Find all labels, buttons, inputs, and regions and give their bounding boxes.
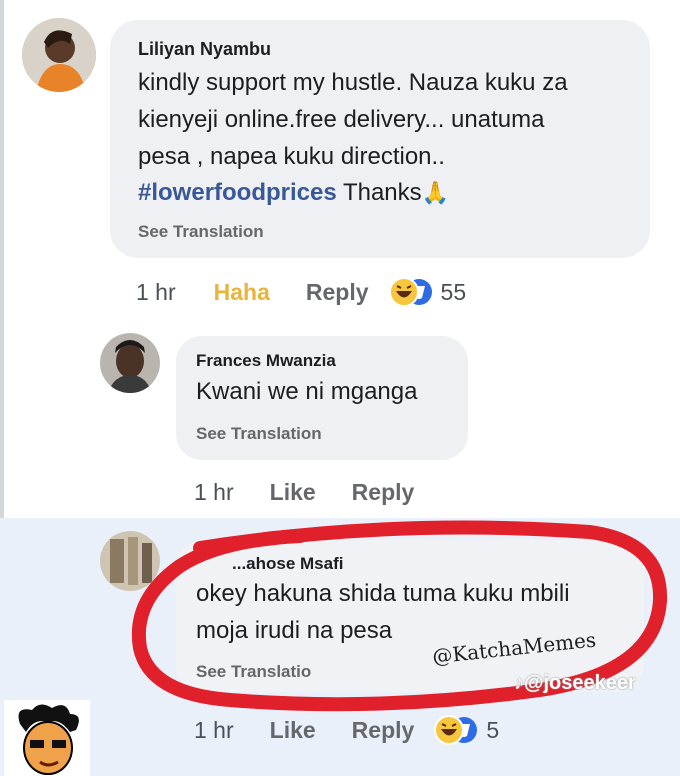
thread-line bbox=[0, 0, 4, 518]
reaction-count-3: 5 bbox=[486, 716, 500, 743]
person-photo-icon bbox=[100, 333, 160, 393]
person-photo-icon bbox=[100, 531, 160, 591]
comment-text-1-line3: pesa , napea kuku direction.. bbox=[138, 143, 445, 170]
hashtag-link[interactable]: #lowerfoodprices bbox=[138, 179, 337, 206]
comment-author-2[interactable]: Frances Mwanzia bbox=[196, 351, 336, 371]
haha-reaction-label[interactable]: Haha bbox=[214, 279, 270, 306]
cartoon-avatar bbox=[4, 700, 90, 776]
comment-actions-2: 1 hr Like Reply bbox=[194, 479, 450, 506]
comment-author-1[interactable]: Liliyan Nyambu bbox=[138, 39, 271, 60]
comment-actions-3: 1 hr Like Reply 5 bbox=[194, 715, 535, 745]
avatar-liliyan[interactable] bbox=[22, 18, 96, 92]
comment-text-3-line1: okey hakuna shida tuma kuku mbili bbox=[196, 580, 570, 607]
comment-text-1-line4: #lowerfoodprices Thanks🙏 bbox=[138, 179, 449, 207]
haha-icon bbox=[434, 715, 478, 745]
comment-text-2: Kwani we ni mganga bbox=[196, 378, 418, 405]
like-button-2[interactable]: Like bbox=[270, 479, 316, 506]
comment-text-1-line1: kindly support my hustle. Nauza kuku za bbox=[138, 69, 568, 96]
reaction-summary-3[interactable]: 5 bbox=[434, 715, 535, 745]
comment-text-3-line2: moja irudi na pesa bbox=[196, 617, 393, 644]
reply-button-1[interactable]: Reply bbox=[306, 279, 369, 306]
see-translation-link-2[interactable]: See Translation bbox=[196, 424, 322, 444]
haha-icon bbox=[388, 277, 432, 307]
tiktok-watermark: ♪@joseekeer bbox=[514, 672, 636, 694]
cartoon-face-icon bbox=[4, 700, 90, 776]
comment-text-1-line2: kienyeji online.free delivery... unatuma bbox=[138, 106, 545, 133]
see-translation-link-1[interactable]: See Translation bbox=[138, 222, 264, 242]
comment-actions-1: 1 hr Haha Reply 55 bbox=[136, 277, 502, 307]
comment-author-3[interactable]: ...ahose Msafi bbox=[232, 554, 343, 574]
reply-button-2[interactable]: Reply bbox=[352, 479, 415, 506]
avatar-msafi[interactable] bbox=[100, 531, 160, 591]
see-translation-link-3[interactable]: See Translatio bbox=[196, 662, 311, 682]
avatar-frances[interactable] bbox=[100, 333, 160, 393]
reply-button-3[interactable]: Reply bbox=[352, 717, 415, 744]
praying-hands-icon: 🙏 bbox=[421, 180, 450, 205]
like-button-3[interactable]: Like bbox=[270, 717, 316, 744]
person-photo-icon bbox=[22, 18, 96, 92]
thanks-text: Thanks bbox=[336, 179, 422, 206]
comment-time-3[interactable]: 1 hr bbox=[194, 717, 234, 744]
comment-time-1[interactable]: 1 hr bbox=[136, 279, 176, 306]
reaction-count-1: 55 bbox=[440, 278, 467, 305]
comment-time-2[interactable]: 1 hr bbox=[194, 479, 234, 506]
reaction-summary-1[interactable]: 55 bbox=[388, 277, 503, 307]
